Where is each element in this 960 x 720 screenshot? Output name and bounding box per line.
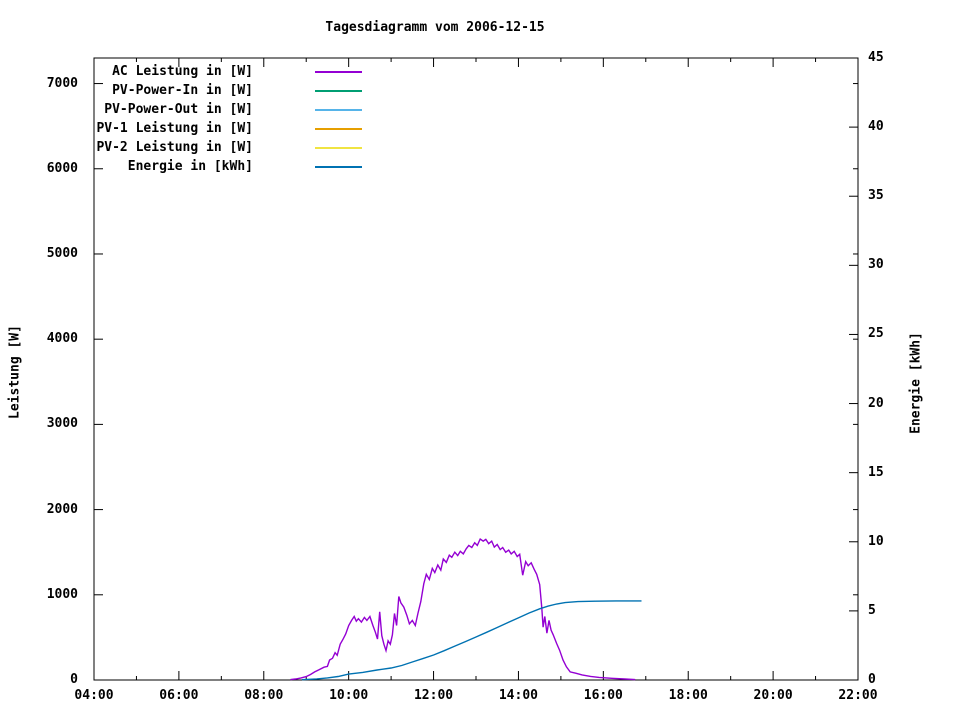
y-left-tick-label: 2000 bbox=[46, 501, 78, 517]
chart-canvas: Tagesdiagramm vom 2006-12-15 Leistung [W… bbox=[0, 0, 960, 720]
y-left-tick-label: 0 bbox=[70, 672, 78, 687]
legend-swatch bbox=[315, 71, 362, 73]
legend-swatch bbox=[315, 90, 362, 92]
legend-label: PV-Power-Out in [W] bbox=[104, 102, 253, 117]
legend-swatch bbox=[315, 128, 362, 130]
y-right-tick-label: 40 bbox=[868, 119, 884, 135]
legend-swatch bbox=[315, 147, 362, 149]
x-tick-label: 04:00 bbox=[74, 688, 114, 703]
legend-label: PV-2 Leistung in [W] bbox=[96, 140, 253, 155]
x-tick-label: 18:00 bbox=[668, 688, 708, 703]
y-right-tick-label: 10 bbox=[868, 533, 884, 549]
y-left-tick-label: 1000 bbox=[46, 586, 78, 602]
legend-label: Energie in [kWh] bbox=[127, 159, 253, 174]
y-right-tick-label: 15 bbox=[868, 464, 884, 480]
legend-swatch bbox=[315, 109, 362, 111]
x-tick-label: 14:00 bbox=[498, 688, 538, 703]
legend-swatch bbox=[315, 166, 362, 168]
legend-label: PV-1 Leistung in [W] bbox=[96, 121, 253, 136]
y-right-tick-label: 35 bbox=[868, 188, 884, 204]
y-right-tick-label: 25 bbox=[868, 326, 884, 342]
x-tick-label: 08:00 bbox=[244, 688, 284, 703]
y-right-tick-label: 0 bbox=[868, 672, 876, 687]
series-line-5 bbox=[301, 600, 642, 681]
x-tick-label: 22:00 bbox=[838, 688, 878, 703]
y-right-tick-label: 30 bbox=[868, 257, 884, 273]
y-left-tick-label: 5000 bbox=[46, 245, 78, 261]
y-left-tick-label: 3000 bbox=[46, 416, 78, 432]
legend-label: PV-Power-In in [W] bbox=[112, 83, 253, 98]
legend-label: AC Leistung in [W] bbox=[112, 64, 253, 79]
x-tick-label: 16:00 bbox=[583, 688, 623, 703]
y-right-tick-label: 45 bbox=[868, 50, 884, 65]
y-right-tick-label: 20 bbox=[868, 395, 884, 411]
x-tick-label: 12:00 bbox=[413, 688, 454, 703]
y-right-tick-label: 5 bbox=[868, 602, 876, 618]
x-tick-label: 10:00 bbox=[329, 688, 369, 703]
series-line-0 bbox=[290, 537, 636, 681]
x-tick-label: 06:00 bbox=[159, 688, 199, 703]
x-tick-label: 20:00 bbox=[753, 688, 793, 703]
y-left-tick-label: 4000 bbox=[46, 331, 78, 347]
